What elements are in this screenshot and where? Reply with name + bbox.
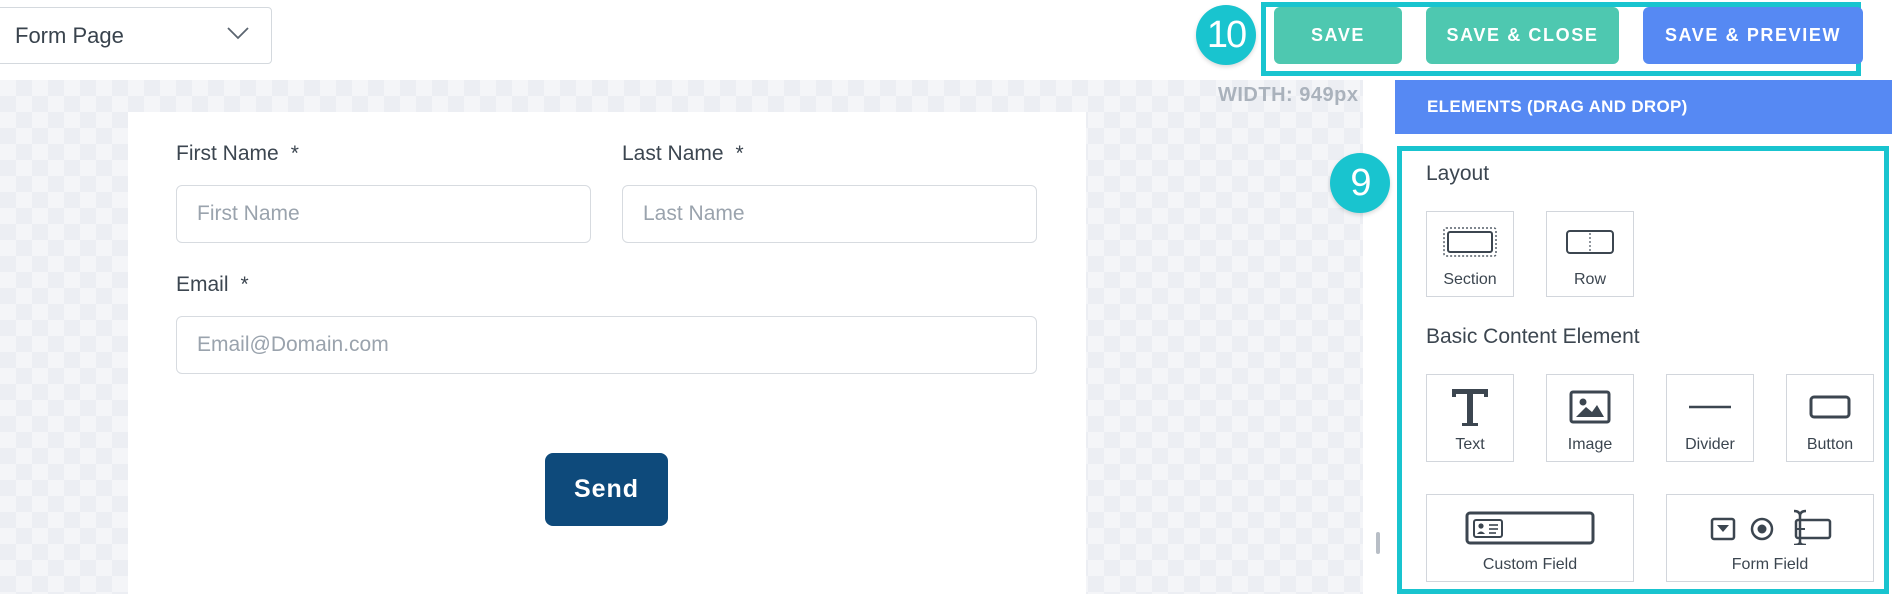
page-type-value: Form Page [15, 22, 124, 48]
custom-field-icon [1465, 511, 1595, 545]
button-icon [1809, 395, 1851, 419]
email-label-text: Email [176, 273, 229, 296]
form-field-icon [1708, 509, 1832, 545]
email-input[interactable] [176, 316, 1037, 374]
required-marker: * [735, 142, 744, 165]
save-preview-button[interactable]: SAVE & PREVIEW [1643, 7, 1863, 64]
last-name-label-text: Last Name [622, 142, 724, 165]
layout-section-title: Layout [1426, 162, 1490, 185]
first-name-input[interactable] [176, 185, 591, 243]
element-label: Divider [1685, 436, 1735, 453]
form-builder-screen: Form Page 10 SAVE SAVE & CLOSE SAVE & PR… [0, 0, 1892, 594]
element-label: Form Field [1731, 556, 1809, 573]
element-text[interactable]: Text [1426, 374, 1514, 462]
image-icon [1569, 390, 1611, 424]
annotation-badge-10: 10 [1196, 5, 1256, 65]
first-name-label-text: First Name [176, 142, 279, 165]
form-card: First Name * Last Name * Email * Send [128, 112, 1086, 594]
element-form-field[interactable]: Form Field [1666, 494, 1874, 582]
basic-content-section-title: Basic Content Element [1426, 325, 1640, 348]
last-name-label: Last Name * [622, 142, 744, 166]
save-button[interactable]: SAVE [1274, 7, 1402, 64]
element-row[interactable]: Row [1546, 211, 1634, 297]
row-icon [1565, 229, 1615, 255]
annotation-badge-9: 9 [1330, 153, 1390, 213]
first-name-label: First Name * [176, 142, 299, 166]
elements-panel-header: ELEMENTS (DRAG AND DROP) [1395, 80, 1892, 134]
element-label: Section [1443, 271, 1497, 288]
section-icon [1442, 226, 1498, 258]
required-marker: * [290, 142, 299, 165]
divider-icon [1688, 405, 1732, 409]
save-close-button[interactable]: SAVE & CLOSE [1426, 7, 1619, 64]
element-divider[interactable]: Divider [1666, 374, 1754, 462]
send-button[interactable]: Send [545, 453, 668, 526]
email-label: Email * [176, 273, 249, 297]
element-label: Image [1567, 436, 1613, 453]
element-label: Text [1455, 436, 1485, 453]
element-button[interactable]: Button [1786, 374, 1874, 462]
element-label: Custom Field [1482, 556, 1578, 573]
text-icon [1448, 385, 1492, 429]
element-custom-field[interactable]: Custom Field [1426, 494, 1634, 582]
required-marker: * [240, 273, 249, 296]
element-section[interactable]: Section [1426, 211, 1514, 297]
page-type-select[interactable]: Form Page [0, 7, 272, 64]
resize-handle[interactable] [1376, 532, 1380, 554]
element-label: Button [1806, 436, 1854, 453]
canvas-width-label: WIDTH: 949px [1218, 84, 1359, 106]
element-image[interactable]: Image [1546, 374, 1634, 462]
chevron-down-icon [227, 26, 249, 45]
element-label: Row [1573, 271, 1606, 288]
last-name-input[interactable] [622, 185, 1037, 243]
